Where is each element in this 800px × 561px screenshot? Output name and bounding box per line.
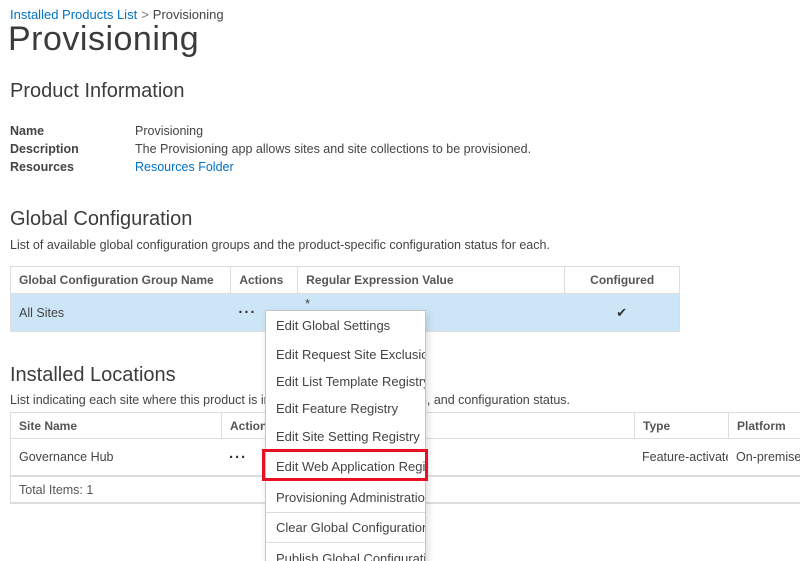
page-title: Provisioning — [8, 20, 199, 59]
field-row-description: Description The Provisioning app allows … — [10, 140, 531, 158]
configured-check-icon: ✔ — [616, 305, 627, 321]
field-label-description: Description — [10, 142, 135, 156]
cell-type: Feature-activated — [634, 439, 728, 475]
column-header-platform: Platform — [728, 413, 800, 438]
actions-context-menu: Edit Global Settings Edit Request Site E… — [265, 310, 426, 561]
menu-item-edit-site-setting-registry[interactable]: Edit Site Setting Registry — [266, 422, 425, 451]
column-header-site-name: Site Name — [11, 413, 221, 438]
cell-site-name: Governance Hub — [11, 439, 221, 475]
menu-item-edit-global-settings[interactable]: Edit Global Settings — [266, 311, 425, 340]
menu-item-edit-request-site-exclusions[interactable]: Edit Request Site Exclusions — [266, 340, 425, 368]
product-information-fields: Name Provisioning Description The Provis… — [10, 122, 531, 176]
product-information-heading: Product Information — [10, 80, 185, 103]
field-row-name: Name Provisioning — [10, 122, 531, 140]
menu-item-edit-list-template-registry[interactable]: Edit List Template Registry — [266, 368, 425, 395]
menu-item-provisioning-administration[interactable]: Provisioning Administration — [266, 482, 425, 513]
menu-item-clear-global-configuration[interactable]: Clear Global Configuration — [266, 513, 425, 543]
menu-item-publish-global-configuration[interactable]: Publish Global Configuration — [266, 543, 425, 561]
actions-ellipsis-icon[interactable]: ··· — [238, 305, 256, 320]
field-value-name: Provisioning — [135, 124, 203, 138]
menu-item-edit-feature-registry[interactable]: Edit Feature Registry — [266, 395, 425, 422]
column-header-group-name: Global Configuration Group Name — [11, 267, 230, 293]
global-configuration-heading: Global Configuration — [10, 208, 192, 231]
menu-item-edit-web-application-registry[interactable]: Edit Web Application Registry — [266, 451, 425, 482]
field-row-resources: Resources Resources Folder — [10, 158, 531, 176]
global-configuration-description: List of available global configuration g… — [10, 238, 550, 252]
actions-ellipsis-icon[interactable]: ··· — [229, 450, 247, 465]
cell-group-name: All Sites — [11, 294, 230, 331]
page: Installed Products List>Provisioning Pro… — [0, 0, 800, 561]
resources-folder-link[interactable]: Resources Folder — [135, 160, 234, 174]
column-header-type: Type — [634, 413, 728, 438]
column-header-configured: Configured — [564, 267, 679, 293]
column-header-actions: Actions — [230, 267, 297, 293]
cell-platform: On-premises — [728, 439, 800, 475]
global-configuration-table-header: Global Configuration Group Name Actions … — [10, 266, 680, 294]
field-label-resources: Resources — [10, 160, 135, 174]
column-header-regular-expression-value: Regular Expression Value — [297, 267, 564, 293]
installed-locations-heading: Installed Locations — [10, 364, 176, 387]
field-value-description: The Provisioning app allows sites and si… — [135, 142, 531, 156]
field-label-name: Name — [10, 124, 135, 138]
